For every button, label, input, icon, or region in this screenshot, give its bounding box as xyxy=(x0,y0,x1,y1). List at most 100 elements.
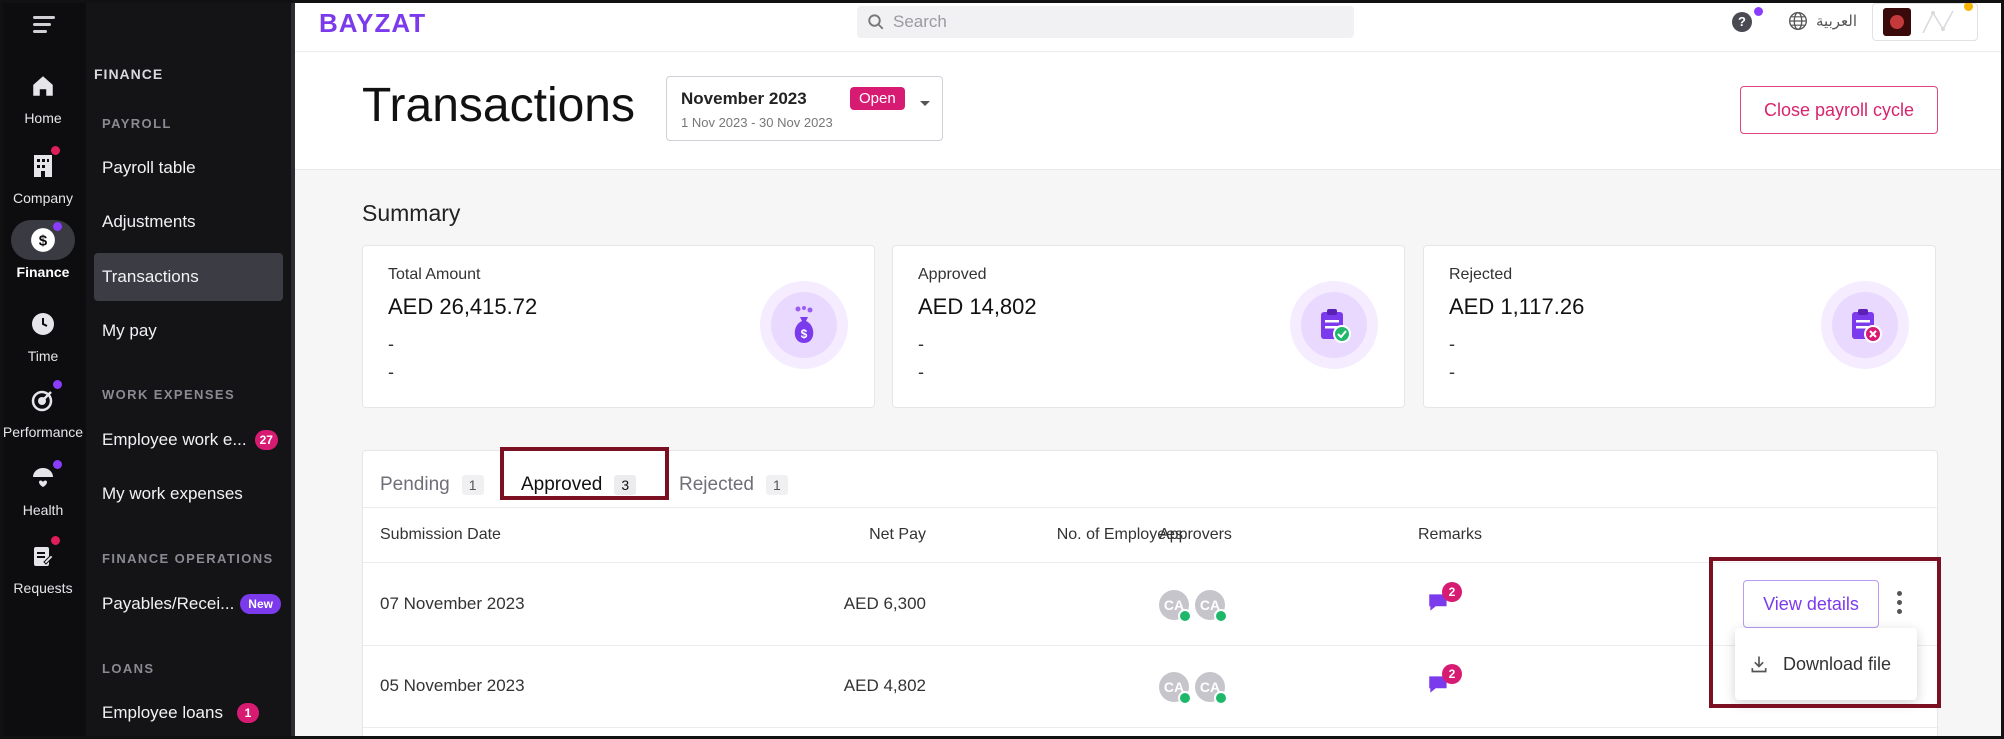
tab-label: Rejected xyxy=(679,474,754,495)
language-label: العربية xyxy=(1816,13,1857,30)
column-header: Net Pay xyxy=(869,526,926,543)
table-row[interactable]: 07 November 2023 AED 6,300 2 CA CA 2 xyxy=(363,564,1939,646)
nav-payables[interactable]: Payables/Recei... New xyxy=(94,580,283,628)
rail-label: Requests xyxy=(13,580,73,596)
card-line: - xyxy=(1449,362,1455,382)
search-box[interactable] xyxy=(857,6,1354,38)
column-header: Approvers xyxy=(1159,526,1232,543)
status-badge: Open xyxy=(850,87,905,110)
company-switcher[interactable] xyxy=(1872,2,1978,41)
tab-pending[interactable]: Pending 1 xyxy=(380,465,484,505)
card-amount: AED 14,802 xyxy=(918,294,1037,319)
count-badge: 1 xyxy=(236,703,259,723)
language-switch[interactable]: العربية xyxy=(1788,11,1857,31)
rail-label: Health xyxy=(22,502,64,518)
bayzat-logo[interactable]: BAYZAT xyxy=(319,8,426,39)
card-line: - xyxy=(388,334,394,354)
highlight-box xyxy=(500,447,669,500)
avatar[interactable]: CA xyxy=(1159,672,1192,705)
close-payroll-cycle-button[interactable]: Close payroll cycle xyxy=(1740,86,1938,134)
notification-dot xyxy=(1964,2,1973,11)
avatar[interactable]: CA xyxy=(1159,590,1192,623)
nav-employee-work-expenses[interactable]: Employee work e... 27 xyxy=(94,416,283,464)
section-finance-operations: FINANCE OPERATIONS xyxy=(102,551,274,566)
nav-my-work-expenses[interactable]: My work expenses xyxy=(94,470,283,518)
icon-rail: Home Company $ Finance Time Performance … xyxy=(0,0,86,739)
network-icon xyxy=(1922,10,1954,34)
notification-dot xyxy=(53,460,62,469)
remarks-button[interactable]: 2 xyxy=(1426,582,1462,616)
clipboard-x-icon xyxy=(1821,281,1909,369)
cell-date: 05 November 2023 xyxy=(380,676,525,695)
notification-dot xyxy=(1754,7,1763,16)
nav-transactions[interactable]: Transactions xyxy=(94,253,283,301)
card-line: - xyxy=(918,362,924,382)
menu-icon[interactable] xyxy=(33,16,55,37)
company-logo-icon xyxy=(1883,8,1911,36)
tab-rejected[interactable]: Rejected 1 xyxy=(679,465,788,505)
cell-net-pay: AED 6,300 xyxy=(843,594,926,613)
period-range: 1 Nov 2023 - 30 Nov 2023 xyxy=(681,115,833,130)
table-row[interactable]: 05 November 2023 AED 4,802 1 CA CA 2 xyxy=(363,646,1939,728)
rail-item-home[interactable]: Home xyxy=(0,66,86,126)
remarks-button[interactable]: 2 xyxy=(1426,664,1462,698)
cell-date: 07 November 2023 xyxy=(380,594,525,613)
notification-dot xyxy=(51,536,60,545)
card-label: Approved xyxy=(918,266,987,283)
rail-item-time[interactable]: Time xyxy=(0,304,86,364)
check-icon xyxy=(1214,609,1228,623)
nav-my-pay[interactable]: My pay xyxy=(94,307,283,355)
summary-title: Summary xyxy=(362,200,461,226)
tab-label: Pending xyxy=(380,474,450,495)
help-icon[interactable]: ? xyxy=(1732,12,1752,32)
nav-adjustments[interactable]: Adjustments xyxy=(94,198,283,246)
search-input[interactable] xyxy=(893,12,1333,32)
card-amount: AED 26,415.72 xyxy=(388,294,538,319)
clipboard-edit-icon xyxy=(34,547,54,566)
highlight-box xyxy=(1709,557,1941,708)
notification-dot xyxy=(53,380,62,389)
avatar[interactable]: CA xyxy=(1195,672,1228,705)
check-icon xyxy=(1178,609,1192,623)
clock-icon xyxy=(32,313,54,335)
payroll-period-select[interactable]: November 2023 1 Nov 2023 - 30 Nov 2023 O… xyxy=(666,76,943,141)
rail-label: Company xyxy=(13,190,73,206)
building-icon xyxy=(34,155,52,177)
panel-title: FINANCE xyxy=(94,66,164,82)
avatar[interactable]: CA xyxy=(1195,590,1228,623)
rail-label: Finance xyxy=(16,264,70,280)
money-bag-icon: $ xyxy=(760,281,848,369)
card-amount: AED 1,117.26 xyxy=(1449,294,1585,319)
search-icon xyxy=(868,14,884,30)
summary-card-total: Total Amount AED 26,415.72 - - $ xyxy=(362,245,875,408)
notification-dot xyxy=(51,146,60,155)
table-header: Submission Date Net Pay No. of Employees… xyxy=(363,507,1939,563)
card-line: - xyxy=(388,362,394,382)
nav-label: Employee work e... xyxy=(102,430,247,449)
rail-item-requests[interactable]: Requests xyxy=(0,536,86,596)
nav-employee-loans[interactable]: Employee loans 1 xyxy=(94,689,283,737)
remarks-count: 2 xyxy=(1442,664,1462,684)
rail-label: Performance xyxy=(2,424,84,440)
section-loans: LOANS xyxy=(102,661,155,676)
chevron-down-icon xyxy=(920,101,930,106)
rail-item-health[interactable]: Health xyxy=(0,458,86,518)
check-icon xyxy=(1178,691,1192,705)
globe-icon xyxy=(1789,12,1807,30)
nav-label: Employee loans xyxy=(102,703,223,722)
column-header: Submission Date xyxy=(380,526,501,543)
svg-text:$: $ xyxy=(801,327,808,341)
nav-label: Payables/Recei... xyxy=(102,594,235,613)
cell-net-pay: AED 4,802 xyxy=(843,676,926,695)
home-icon xyxy=(33,76,53,96)
target-icon xyxy=(31,390,53,412)
card-line: - xyxy=(918,334,924,354)
notification-dot xyxy=(53,222,62,231)
rail-item-company[interactable]: Company xyxy=(0,146,86,206)
section-payroll: PAYROLL xyxy=(102,116,172,131)
new-badge: New xyxy=(240,594,281,614)
rail-item-finance[interactable]: $ Finance xyxy=(0,220,86,280)
rail-label: Time xyxy=(27,348,59,364)
nav-payroll-table[interactable]: Payroll table xyxy=(94,144,283,192)
rail-item-performance[interactable]: Performance xyxy=(0,380,86,440)
